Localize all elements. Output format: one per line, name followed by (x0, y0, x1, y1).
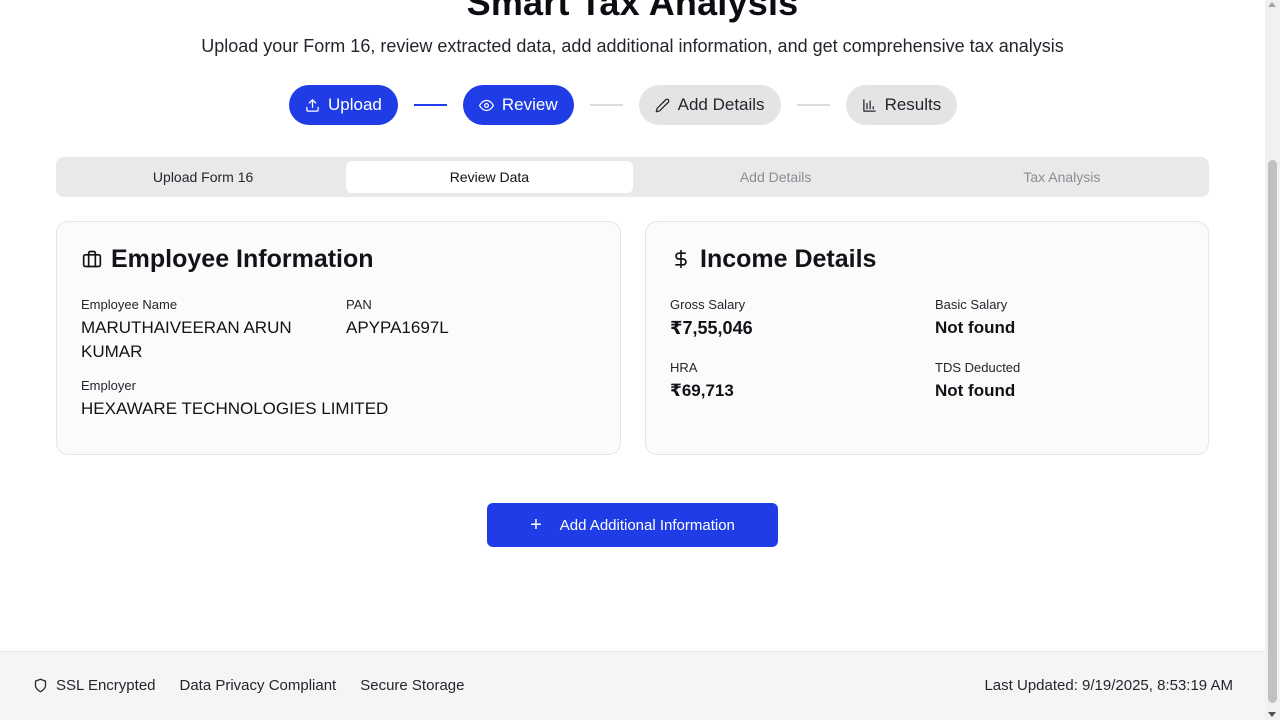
progress-stepper: Upload Review Add Details Results (289, 85, 958, 125)
ssl-text: SSL Encrypted (56, 677, 156, 694)
step-connector (589, 104, 623, 106)
tab-review-data[interactable]: Review Data (346, 161, 633, 193)
field-label: Employee Name (81, 297, 178, 312)
employee-name-field: Employee Name MARUTHAIVEERAN ARUN KUMAR (81, 297, 346, 364)
tab-upload-form16[interactable]: Upload Form 16 (60, 161, 346, 193)
plus-icon: + (530, 514, 542, 536)
shield-icon (34, 678, 47, 693)
vertical-scrollbar[interactable] (1265, 0, 1280, 720)
upload-icon (306, 98, 319, 112)
step-results[interactable]: Results (845, 85, 958, 125)
card-title: Employee Information (111, 244, 374, 273)
pencil-icon (655, 98, 669, 112)
tds-value: Not found (935, 381, 1016, 400)
step-label: Add Details (677, 95, 765, 114)
step-label: Review (501, 95, 558, 114)
hra-value: ₹69,713 (670, 381, 734, 400)
step-label: Results (884, 95, 942, 114)
employer-value: HEXAWARE TECHNOLOGIES LIMITED (81, 399, 389, 418)
briefcase-icon (81, 248, 103, 270)
step-connector (413, 104, 447, 106)
tab-add-details: Add Details (739, 169, 812, 185)
storage-text: Secure Storage (360, 677, 465, 694)
employee-information-card: Employee Information Employee Name MARUT… (56, 221, 621, 455)
page-title: Smart Tax Analysis (466, 0, 799, 23)
pan-field: PAN APYPA1697L (346, 297, 596, 364)
basic-salary-value: Not found (935, 318, 1016, 337)
footer: SSL Encrypted Data Privacy Compliant Sec… (0, 651, 1265, 720)
field-label: TDS Deducted (935, 360, 1021, 375)
tab-tax-analysis: Tax Analysis (1023, 169, 1101, 185)
page: Smart Tax Analysis Upload your Form 16, … (0, 0, 1265, 720)
step-review[interactable]: Review (462, 85, 574, 125)
scroll-up-icon[interactable] (1268, 2, 1276, 7)
step-upload[interactable]: Upload (289, 85, 398, 125)
field-label: Employer (81, 378, 136, 393)
page-subtitle: Upload your Form 16, review extracted da… (201, 36, 1064, 56)
field-label: HRA (670, 360, 698, 375)
dollar-icon (670, 248, 692, 270)
step-add-details[interactable]: Add Details (638, 85, 781, 125)
last-updated: Last Updated: 9/19/2025, 8:53:19 AM (984, 677, 1233, 694)
field-label: Basic Salary (935, 297, 1008, 312)
tds-field: TDS Deducted Not found (935, 360, 1184, 403)
field-label: PAN (346, 297, 372, 312)
employee-name-value: MARUTHAIVEERAN ARUN KUMAR (81, 318, 292, 361)
income-details-card: Income Details Gross Salary ₹7,55,046 Ba… (645, 221, 1209, 455)
field-label: Gross Salary (670, 297, 746, 312)
add-additional-information-button[interactable]: + Add Additional Information (487, 503, 778, 547)
step-label: Upload (328, 95, 382, 114)
hra-field: HRA ₹69,713 (670, 360, 935, 403)
card-title: Income Details (700, 244, 877, 273)
privacy-text: Data Privacy Compliant (179, 677, 337, 694)
gross-salary-field: Gross Salary ₹7,55,046 (670, 297, 935, 340)
step-connector (796, 104, 830, 106)
bar-chart-icon (862, 98, 876, 112)
tab-bar: Upload Form 16 Review Data Add Details T… (56, 157, 1209, 197)
ssl-badge: SSL Encrypted (33, 677, 156, 694)
employer-field: Employer HEXAWARE TECHNOLOGIES LIMITED (81, 378, 596, 421)
basic-salary-field: Basic Salary Not found (935, 297, 1184, 340)
pan-value: APYPA1697L (346, 318, 449, 337)
gross-salary-value: ₹7,55,046 (670, 318, 753, 338)
button-label: Add Additional Information (559, 516, 735, 534)
eye-icon (478, 99, 494, 111)
scroll-down-icon[interactable] (1268, 712, 1276, 717)
scroll-thumb[interactable] (1268, 160, 1277, 703)
